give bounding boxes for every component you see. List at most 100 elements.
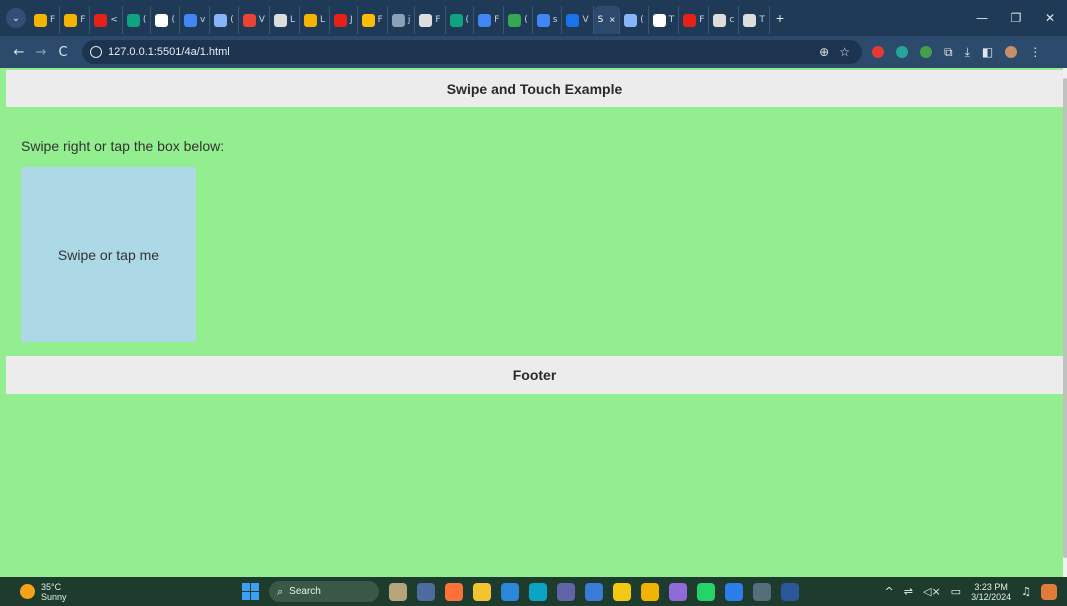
tab-a-3[interactable]: ( (123, 6, 152, 34)
tab-a-18[interactable]: V (562, 6, 594, 34)
chrome-icon[interactable] (641, 582, 659, 601)
tab-a-8[interactable]: L (270, 6, 300, 34)
tab-a-14[interactable]: ( (446, 6, 475, 34)
volume-icon[interactable]: ◁× (923, 585, 941, 598)
extension-icon[interactable] (920, 46, 932, 58)
tab-label: J (350, 15, 353, 25)
drive-icon (64, 13, 78, 27)
sidepanel-icon[interactable]: ◧ (982, 45, 993, 59)
tab-list-after: (T Fc T (620, 2, 770, 34)
tab-close-icon[interactable]: × (609, 15, 615, 26)
swipe-box[interactable]: Swipe or tap me (21, 167, 196, 342)
taskbar-search[interactable]: ⌕ Search (269, 581, 379, 602)
widget-icon[interactable] (389, 582, 407, 601)
tab-search-button[interactable]: ⌄ (6, 8, 26, 28)
gemini-icon (624, 13, 638, 27)
tab-b-2[interactable]: F (679, 6, 710, 34)
network-icon[interactable]: ⇌ (904, 585, 913, 598)
chrome-canary-icon[interactable] (669, 582, 687, 601)
search-icon: ⌕ (277, 584, 284, 598)
teams-icon[interactable] (557, 582, 575, 601)
page-footer: Footer (6, 356, 1063, 394)
battery-icon[interactable]: ▭ (951, 585, 961, 598)
tab-a-15[interactable]: F (474, 6, 505, 34)
tab-a-11[interactable]: F (358, 6, 388, 34)
new-tab-button[interactable]: + (776, 10, 784, 26)
tab-active-label: S (597, 15, 604, 25)
taskbar-apps: ⌕ Search (242, 577, 799, 606)
notification-bell-icon[interactable]: ♫ (1021, 585, 1031, 598)
app-icon (508, 13, 522, 27)
extension-icon[interactable] (872, 46, 884, 58)
puzzle-icon[interactable]: ⧉ (944, 45, 953, 60)
forward-button[interactable]: → (30, 45, 52, 60)
scrollbar-thumb[interactable] (1063, 78, 1067, 558)
powerbi-icon[interactable] (613, 582, 631, 601)
github-icon (419, 13, 433, 27)
url-input[interactable]: 127.0.0.1:5501/4a/1.html ⊕ ☆ (82, 40, 862, 64)
tab-active[interactable]: S × (593, 6, 621, 34)
site-info-icon[interactable] (90, 46, 102, 58)
copilot-icon[interactable] (1041, 583, 1057, 600)
close-window-icon[interactable]: ✕ (1033, 11, 1067, 25)
edge-icon[interactable] (529, 582, 547, 601)
chatgpt-icon (449, 13, 463, 27)
menu-kebab-icon[interactable]: ⋮ (1029, 45, 1041, 59)
avatar[interactable] (1005, 46, 1018, 58)
tab-label: F (377, 15, 383, 25)
terminal-icon[interactable] (753, 582, 771, 601)
restore-icon[interactable]: ❐ (999, 11, 1033, 25)
tab-b-3[interactable]: c (709, 6, 740, 34)
file-explorer-icon[interactable] (473, 582, 491, 601)
download-icon[interactable]: ⤓ (965, 45, 970, 60)
tab-list: F F < ((v (V L L J Fj F (F (s V (30, 2, 594, 34)
google-icon (183, 13, 197, 27)
tab-a-16[interactable]: ( (504, 6, 533, 34)
chevron-up-icon[interactable]: ^ (885, 585, 894, 598)
vscode-icon[interactable] (725, 582, 743, 601)
tab-b-1[interactable]: T (649, 6, 680, 34)
minimize-icon[interactable]: — (965, 11, 999, 25)
scrollbar[interactable] (1063, 68, 1067, 577)
taskview-icon[interactable] (417, 582, 435, 601)
back-button[interactable]: ← (8, 45, 30, 60)
tab-a-7[interactable]: V (239, 6, 270, 34)
tab-a-17[interactable]: s (533, 6, 563, 34)
youtube-icon (334, 13, 347, 27)
reload-button[interactable]: C (52, 45, 74, 60)
tab-label: F (435, 15, 441, 25)
tab-b-0[interactable]: ( (620, 6, 649, 34)
word-icon[interactable] (781, 582, 799, 601)
weather-widget[interactable]: 35°C Sunny (20, 582, 67, 602)
tab-a-4[interactable]: ( (151, 6, 180, 34)
tab-a-5[interactable]: v (180, 6, 211, 34)
tab-label: ( (524, 15, 528, 25)
tab-a-12[interactable]: j (388, 6, 416, 34)
tab-a-0[interactable]: F (30, 6, 61, 34)
weather-temp: 35°C (41, 581, 62, 592)
chatgpt-icon (126, 13, 140, 27)
bookmark-star-icon[interactable]: ☆ (839, 45, 850, 59)
tab-b-4[interactable]: T (739, 6, 770, 34)
tab-a-13[interactable]: F (415, 6, 446, 34)
windows-start-icon[interactable] (242, 583, 259, 600)
google-icon (478, 13, 492, 27)
whatsapp-icon[interactable] (697, 582, 715, 601)
tab-a-1[interactable]: F (60, 6, 91, 34)
extensions-area: ⧉ ⤓ ◧ ⋮ (872, 45, 1041, 60)
tab-a-6[interactable]: ( (210, 6, 239, 34)
tab-label: ( (465, 15, 470, 25)
tab-a-2[interactable]: < (90, 6, 123, 34)
extension-icon[interactable] (896, 46, 908, 58)
github-icon (652, 13, 666, 27)
calendar-icon[interactable] (585, 582, 603, 601)
window-controls: — ❐ ✕ (965, 0, 1067, 36)
store-icon[interactable] (501, 582, 519, 601)
zoom-icon[interactable]: ⊕ (819, 45, 829, 59)
clock[interactable]: 3:23 PM 3/12/2024 (971, 582, 1011, 602)
tab-a-9[interactable]: L (300, 6, 330, 34)
page-header: Swipe and Touch Example (6, 70, 1063, 107)
tab-a-10[interactable]: J (330, 6, 358, 34)
firefox-icon[interactable] (445, 582, 463, 601)
github-icon (273, 13, 287, 27)
